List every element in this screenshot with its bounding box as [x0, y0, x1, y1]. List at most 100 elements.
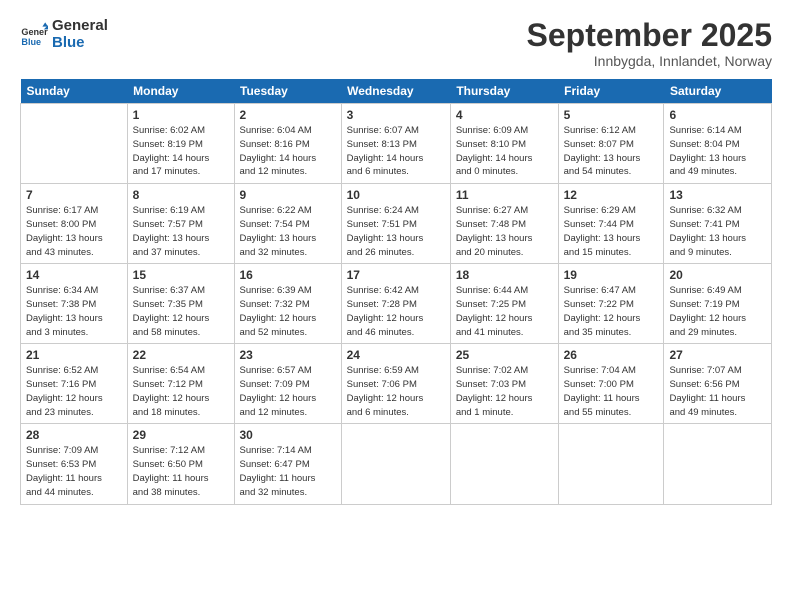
day-detail: Sunrise: 6:37 AM Sunset: 7:35 PM Dayligh…	[133, 284, 229, 339]
day-number: 17	[347, 268, 445, 282]
calendar-cell: 27 Sunrise: 7:07 AM Sunset: 6:56 PM Dayli…	[664, 344, 772, 424]
day-number: 6	[669, 108, 766, 122]
day-number: 30	[240, 428, 336, 442]
page: General Blue General Blue September 2025…	[0, 0, 792, 612]
day-detail: Sunrise: 6:09 AM Sunset: 8:10 PM Dayligh…	[456, 124, 553, 179]
weekday-header-thursday: Thursday	[450, 79, 558, 104]
weekday-header-wednesday: Wednesday	[341, 79, 450, 104]
calendar-cell	[664, 424, 772, 504]
weekday-header-row: SundayMondayTuesdayWednesdayThursdayFrid…	[21, 79, 772, 104]
day-detail: Sunrise: 6:07 AM Sunset: 8:13 PM Dayligh…	[347, 124, 445, 179]
day-detail: Sunrise: 6:22 AM Sunset: 7:54 PM Dayligh…	[240, 204, 336, 259]
day-detail: Sunrise: 6:57 AM Sunset: 7:09 PM Dayligh…	[240, 364, 336, 419]
calendar-cell	[558, 424, 664, 504]
calendar-cell: 6 Sunrise: 6:14 AM Sunset: 8:04 PM Daylig…	[664, 104, 772, 184]
logo-blue: Blue	[52, 35, 108, 52]
day-number: 5	[564, 108, 659, 122]
day-detail: Sunrise: 6:47 AM Sunset: 7:22 PM Dayligh…	[564, 284, 659, 339]
day-detail: Sunrise: 6:04 AM Sunset: 8:16 PM Dayligh…	[240, 124, 336, 179]
day-number: 16	[240, 268, 336, 282]
header: General Blue General Blue September 2025…	[20, 18, 772, 69]
day-detail: Sunrise: 7:04 AM Sunset: 7:00 PM Dayligh…	[564, 364, 659, 419]
title-block: September 2025 Innbygda, Innlandet, Norw…	[527, 18, 772, 69]
day-detail: Sunrise: 6:34 AM Sunset: 7:38 PM Dayligh…	[26, 284, 122, 339]
weekday-header-friday: Friday	[558, 79, 664, 104]
day-number: 27	[669, 348, 766, 362]
calendar-cell: 21 Sunrise: 6:52 AM Sunset: 7:16 PM Dayli…	[21, 344, 128, 424]
day-number: 20	[669, 268, 766, 282]
svg-text:Blue: Blue	[21, 36, 41, 46]
day-detail: Sunrise: 6:44 AM Sunset: 7:25 PM Dayligh…	[456, 284, 553, 339]
day-detail: Sunrise: 6:27 AM Sunset: 7:48 PM Dayligh…	[456, 204, 553, 259]
month-title: September 2025	[527, 18, 772, 53]
day-detail: Sunrise: 6:19 AM Sunset: 7:57 PM Dayligh…	[133, 204, 229, 259]
day-detail: Sunrise: 6:54 AM Sunset: 7:12 PM Dayligh…	[133, 364, 229, 419]
calendar-cell: 10 Sunrise: 6:24 AM Sunset: 7:51 PM Dayli…	[341, 184, 450, 264]
day-number: 1	[133, 108, 229, 122]
day-number: 26	[564, 348, 659, 362]
day-number: 14	[26, 268, 122, 282]
weekday-header-saturday: Saturday	[664, 79, 772, 104]
day-number: 28	[26, 428, 122, 442]
calendar-cell	[21, 104, 128, 184]
calendar-cell: 23Sunrise: 6:57 AM Sunset: 7:09 PM Dayli…	[234, 344, 341, 424]
calendar-cell: 24Sunrise: 6:59 AM Sunset: 7:06 PM Dayli…	[341, 344, 450, 424]
day-detail: Sunrise: 7:09 AM Sunset: 6:53 PM Dayligh…	[26, 444, 122, 499]
day-detail: Sunrise: 7:12 AM Sunset: 6:50 PM Dayligh…	[133, 444, 229, 499]
weekday-header-tuesday: Tuesday	[234, 79, 341, 104]
calendar-cell: 14 Sunrise: 6:34 AM Sunset: 7:38 PM Dayli…	[21, 264, 128, 344]
calendar-cell: 1 Sunrise: 6:02 AM Sunset: 8:19 PM Daylig…	[127, 104, 234, 184]
day-detail: Sunrise: 6:14 AM Sunset: 8:04 PM Dayligh…	[669, 124, 766, 179]
calendar-cell: 29 Sunrise: 7:12 AM Sunset: 6:50 PM Dayli…	[127, 424, 234, 504]
week-row-3: 14 Sunrise: 6:34 AM Sunset: 7:38 PM Dayli…	[21, 264, 772, 344]
day-number: 12	[564, 188, 659, 202]
svg-text:General: General	[21, 27, 48, 37]
day-detail: Sunrise: 6:12 AM Sunset: 8:07 PM Dayligh…	[564, 124, 659, 179]
day-detail: Sunrise: 7:07 AM Sunset: 6:56 PM Dayligh…	[669, 364, 766, 419]
day-detail: Sunrise: 6:32 AM Sunset: 7:41 PM Dayligh…	[669, 204, 766, 259]
calendar-cell: 8 Sunrise: 6:19 AM Sunset: 7:57 PM Daylig…	[127, 184, 234, 264]
day-detail: Sunrise: 6:49 AM Sunset: 7:19 PM Dayligh…	[669, 284, 766, 339]
calendar-cell	[450, 424, 558, 504]
calendar-cell: 7 Sunrise: 6:17 AM Sunset: 8:00 PM Daylig…	[21, 184, 128, 264]
logo-general: General	[52, 18, 108, 35]
day-detail: Sunrise: 7:02 AM Sunset: 7:03 PM Dayligh…	[456, 364, 553, 419]
day-detail: Sunrise: 6:29 AM Sunset: 7:44 PM Dayligh…	[564, 204, 659, 259]
day-number: 15	[133, 268, 229, 282]
day-number: 29	[133, 428, 229, 442]
day-number: 7	[26, 188, 122, 202]
week-row-5: 28 Sunrise: 7:09 AM Sunset: 6:53 PM Dayli…	[21, 424, 772, 504]
calendar-cell: 9 Sunrise: 6:22 AM Sunset: 7:54 PM Daylig…	[234, 184, 341, 264]
day-number: 21	[26, 348, 122, 362]
weekday-header-sunday: Sunday	[21, 79, 128, 104]
day-detail: Sunrise: 6:02 AM Sunset: 8:19 PM Dayligh…	[133, 124, 229, 179]
calendar-cell: 19Sunrise: 6:47 AM Sunset: 7:22 PM Dayli…	[558, 264, 664, 344]
day-number: 9	[240, 188, 336, 202]
day-number: 11	[456, 188, 553, 202]
day-number: 8	[133, 188, 229, 202]
day-detail: Sunrise: 6:39 AM Sunset: 7:32 PM Dayligh…	[240, 284, 336, 339]
calendar-cell: 11 Sunrise: 6:27 AM Sunset: 7:48 PM Dayli…	[450, 184, 558, 264]
calendar-cell: 12 Sunrise: 6:29 AM Sunset: 7:44 PM Dayli…	[558, 184, 664, 264]
calendar-cell: 13 Sunrise: 6:32 AM Sunset: 7:41 PM Dayli…	[664, 184, 772, 264]
calendar-cell: 5 Sunrise: 6:12 AM Sunset: 8:07 PM Daylig…	[558, 104, 664, 184]
calendar-cell: 18 Sunrise: 6:44 AM Sunset: 7:25 PM Dayli…	[450, 264, 558, 344]
day-number: 22	[133, 348, 229, 362]
calendar-cell: 2 Sunrise: 6:04 AM Sunset: 8:16 PM Daylig…	[234, 104, 341, 184]
day-detail: Sunrise: 6:24 AM Sunset: 7:51 PM Dayligh…	[347, 204, 445, 259]
day-number: 3	[347, 108, 445, 122]
day-detail: Sunrise: 6:42 AM Sunset: 7:28 PM Dayligh…	[347, 284, 445, 339]
calendar-table: SundayMondayTuesdayWednesdayThursdayFrid…	[20, 79, 772, 504]
calendar-cell: 20 Sunrise: 6:49 AM Sunset: 7:19 PM Dayli…	[664, 264, 772, 344]
day-detail: Sunrise: 6:52 AM Sunset: 7:16 PM Dayligh…	[26, 364, 122, 419]
day-detail: Sunrise: 6:17 AM Sunset: 8:00 PM Dayligh…	[26, 204, 122, 259]
location: Innbygda, Innlandet, Norway	[527, 53, 772, 69]
day-number: 18	[456, 268, 553, 282]
day-number: 2	[240, 108, 336, 122]
day-number: 4	[456, 108, 553, 122]
calendar-cell: 25Sunrise: 7:02 AM Sunset: 7:03 PM Dayli…	[450, 344, 558, 424]
day-number: 13	[669, 188, 766, 202]
day-number: 10	[347, 188, 445, 202]
calendar-cell: 30Sunrise: 7:14 AM Sunset: 6:47 PM Dayli…	[234, 424, 341, 504]
week-row-2: 7 Sunrise: 6:17 AM Sunset: 8:00 PM Daylig…	[21, 184, 772, 264]
